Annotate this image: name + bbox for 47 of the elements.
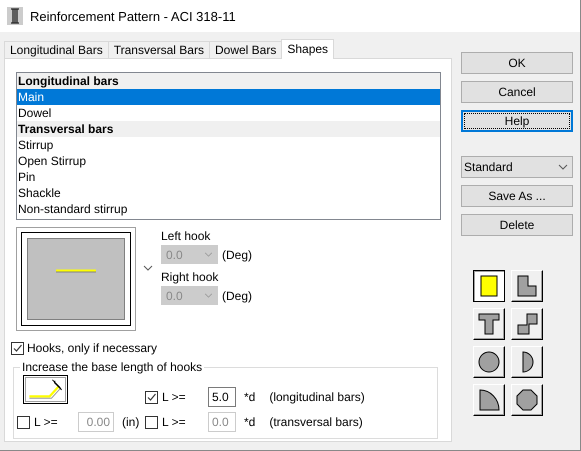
checkbox-label: L >= — [34, 415, 59, 429]
checkbox-label: Hooks, only if necessary — [27, 341, 158, 355]
chevron-icon — [204, 252, 213, 257]
chevron-icon — [558, 164, 568, 170]
hook-label: Right hook — [161, 270, 220, 286]
list-item[interactable]: Non-standard stirrup — [17, 201, 440, 217]
unit-label: *d — [244, 415, 256, 429]
chevron-icon[interactable] — [143, 265, 153, 271]
l-shape-icon — [515, 274, 539, 298]
list-item[interactable]: Pin — [17, 169, 440, 185]
window-title: Reinforcement Pattern - ACI 318-11 — [30, 8, 236, 24]
chevron-icon — [204, 293, 213, 298]
note-label: (longitudinal bars) — [269, 390, 365, 404]
checkbox[interactable] — [11, 342, 24, 354]
list-item[interactable]: Shackle — [17, 185, 440, 201]
octagon-icon — [515, 388, 539, 412]
list-group-header: Longitudinal bars — [17, 73, 440, 89]
tab[interactable]: Shapes — [281, 39, 334, 59]
unit-label: (in) — [122, 415, 140, 429]
app-icon — [7, 7, 23, 25]
checkbox-label: L >= — [162, 390, 187, 404]
preset-dropdown[interactable]: Standard — [461, 156, 573, 178]
hook-label: Left hook — [161, 229, 212, 245]
unit-label: (Deg) — [222, 288, 252, 302]
dialog-button[interactable]: Help — [461, 110, 573, 132]
preset-button[interactable]: Save As ... — [461, 185, 573, 207]
list-item[interactable]: Open Stirrup — [17, 153, 440, 169]
unit-label: (Deg) — [222, 248, 252, 262]
note-label: (transversal bars) — [269, 415, 363, 429]
hook-length-button[interactable] — [25, 377, 66, 402]
preset-button[interactable]: Delete — [461, 214, 573, 236]
dialog-button[interactable]: OK — [461, 52, 573, 74]
group-title: Increase the base length of hooks — [20, 360, 204, 374]
dialog-button[interactable]: Cancel — [461, 81, 573, 103]
shape-button[interactable] — [473, 270, 505, 302]
tab[interactable]: Longitudinal Bars — [4, 41, 109, 58]
t-shape-icon — [477, 312, 501, 336]
list-item[interactable]: Dowel — [17, 105, 440, 121]
checkbox-label: L >= — [162, 415, 187, 429]
circle-icon — [477, 350, 501, 374]
list-item[interactable]: Stirrup — [17, 137, 440, 153]
number-field[interactable]: 5.0 — [208, 387, 236, 407]
step-shape-icon — [515, 312, 539, 336]
list-item[interactable]: Main — [17, 89, 440, 105]
unit-label: *d — [244, 390, 256, 404]
checkbox[interactable] — [145, 390, 158, 404]
list-group-header: Transversal bars — [17, 121, 440, 137]
